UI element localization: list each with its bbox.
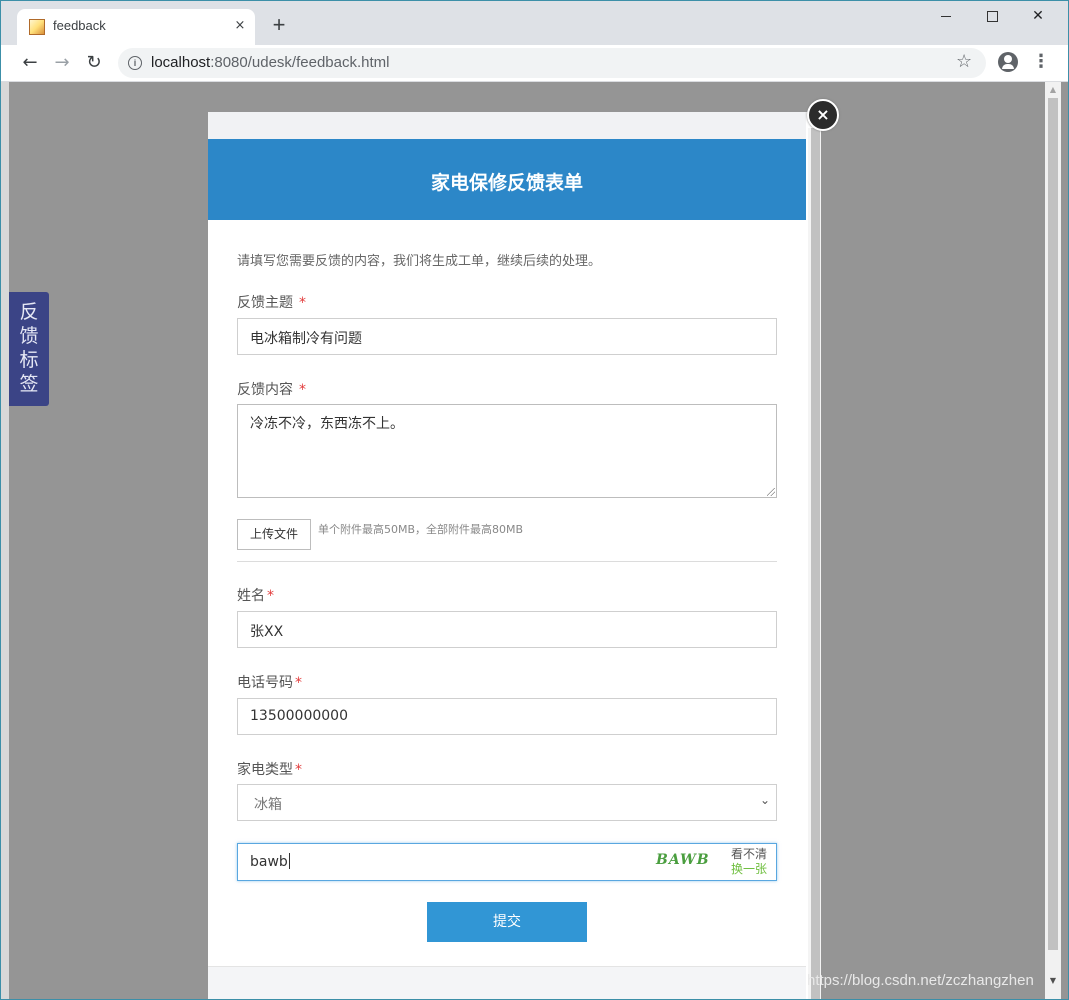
modal-footer	[208, 967, 806, 999]
minimize-icon	[941, 15, 951, 17]
phone-label-text: 电话号码	[237, 675, 293, 691]
site-info-icon[interactable]: i	[128, 56, 142, 70]
text-caret	[288, 853, 290, 869]
modal-top-strip	[208, 112, 806, 139]
url-text[interactable]: localhost:8080/udesk/feedback.html	[151, 54, 390, 71]
phone-input[interactable]: 13500000000	[237, 698, 777, 735]
required-mark: *	[295, 675, 302, 691]
modal-scrollbar-thumb[interactable]	[811, 128, 820, 999]
profile-avatar-icon[interactable]	[998, 52, 1018, 72]
required-mark: *	[299, 295, 306, 311]
content-label-text: 反馈内容	[237, 382, 293, 398]
captcha-refresh-link[interactable]: 换一张	[731, 862, 767, 877]
upload-hint: 单个附件最高50MB，全部附件最高80MB	[318, 523, 524, 536]
side-tab-label: 反馈标签	[19, 301, 39, 395]
modal-scrollbar[interactable]	[808, 128, 821, 999]
modal-header: 家电保修反馈表单	[208, 139, 806, 220]
captcha-image[interactable]: BAWB	[656, 852, 710, 868]
content-textarea[interactable]: 冷冻不冷，东西冻不上。	[237, 404, 777, 498]
required-mark: *	[267, 588, 274, 604]
chevron-down-icon: ⌄	[760, 793, 771, 807]
name-input[interactable]: 张XX	[237, 611, 777, 648]
form-intro: 请填写您需要反馈的内容，我们将生成工单，继续后续的处理。	[237, 254, 602, 269]
subject-value: 电冰箱制冷有问题	[250, 331, 362, 347]
phone-label: 电话号码 *	[237, 672, 302, 692]
tab-strip: feedback × + ✕	[1, 1, 1068, 45]
resize-grip-icon[interactable]	[767, 488, 775, 496]
form-title: 家电保修反馈表单	[430, 172, 583, 194]
maximize-button[interactable]	[969, 5, 1015, 27]
back-button[interactable]: ←	[19, 52, 41, 74]
new-tab-button[interactable]: +	[267, 13, 291, 37]
browser-menu-icon[interactable]: ⋮	[1031, 50, 1051, 74]
name-value: 张XX	[250, 624, 284, 640]
appliance-label: 家电类型 *	[237, 759, 302, 779]
modal-close-button[interactable]: ×	[807, 99, 839, 131]
url-host: localhost	[151, 54, 211, 71]
minimize-button[interactable]	[923, 5, 969, 27]
subject-label: 反馈主题 *	[237, 292, 306, 312]
phone-value: 13500000000	[250, 708, 348, 724]
captcha-value-text: bawb	[250, 854, 288, 870]
page-scrollbar[interactable]: ▲ ▼	[1045, 82, 1061, 999]
appliance-label-text: 家电类型	[237, 762, 293, 778]
tab-close-icon[interactable]: ×	[231, 17, 249, 35]
name-label: 姓名 *	[237, 585, 274, 605]
captcha-input[interactable]: bawb BAWB 看不清 换一张	[237, 843, 777, 881]
maximize-icon	[986, 10, 998, 22]
name-label-text: 姓名	[237, 588, 265, 604]
tab-title: feedback	[53, 18, 106, 33]
subject-label-text: 反馈主题	[237, 295, 293, 311]
feedback-side-tab[interactable]: 反馈标签	[9, 292, 49, 406]
submit-button[interactable]: 提交	[427, 902, 587, 942]
reload-button[interactable]: ↻	[83, 52, 105, 74]
window-close-button[interactable]: ✕	[1015, 5, 1061, 27]
content-value: 冷冻不冷，东西冻不上。	[250, 416, 404, 432]
feedback-modal: 家电保修反馈表单 请填写您需要反馈的内容，我们将生成工单，继续后续的处理。 反馈…	[208, 99, 839, 999]
page-underlay	[1, 82, 9, 999]
divider	[237, 561, 777, 562]
captcha-unclear-text: 看不清	[731, 847, 768, 861]
favicon-icon	[29, 19, 45, 35]
scrollbar-thumb[interactable]	[1048, 98, 1058, 950]
address-bar[interactable]: i localhost:8080/udesk/feedback.html ☆	[118, 48, 986, 78]
page-viewport: 反馈标签 家电保修反馈表单 请填写您需要反馈的内容，我们将生成工单，继续后续的处…	[1, 82, 1068, 999]
subject-input[interactable]: 电冰箱制冷有问题	[237, 318, 777, 355]
forward-button[interactable]: →	[51, 52, 73, 74]
browser-toolbar: ← → ↻ i localhost:8080/udesk/feedback.ht…	[1, 45, 1068, 82]
scroll-up-arrow-icon[interactable]: ▲	[1045, 84, 1061, 96]
appliance-selected: 冰箱	[254, 797, 282, 813]
appliance-type-select[interactable]: 冰箱 ⌄	[237, 784, 777, 821]
content-label: 反馈内容 *	[237, 379, 306, 399]
upload-file-button[interactable]: 上传文件	[237, 519, 311, 550]
watermark: https://blog.csdn.net/zczhangzhen	[807, 972, 1034, 989]
url-path: :8080/udesk/feedback.html	[210, 54, 390, 71]
tab-feedback[interactable]: feedback ×	[17, 9, 255, 45]
required-mark: *	[299, 382, 306, 398]
required-mark: *	[295, 762, 302, 778]
bookmark-star-icon[interactable]: ☆	[956, 51, 972, 72]
scroll-down-arrow-icon[interactable]: ▼	[1045, 975, 1061, 987]
captcha-value: bawb	[250, 853, 290, 870]
browser-window: feedback × + ✕ ← → ↻ i localhost:8080/ud…	[0, 0, 1069, 1000]
